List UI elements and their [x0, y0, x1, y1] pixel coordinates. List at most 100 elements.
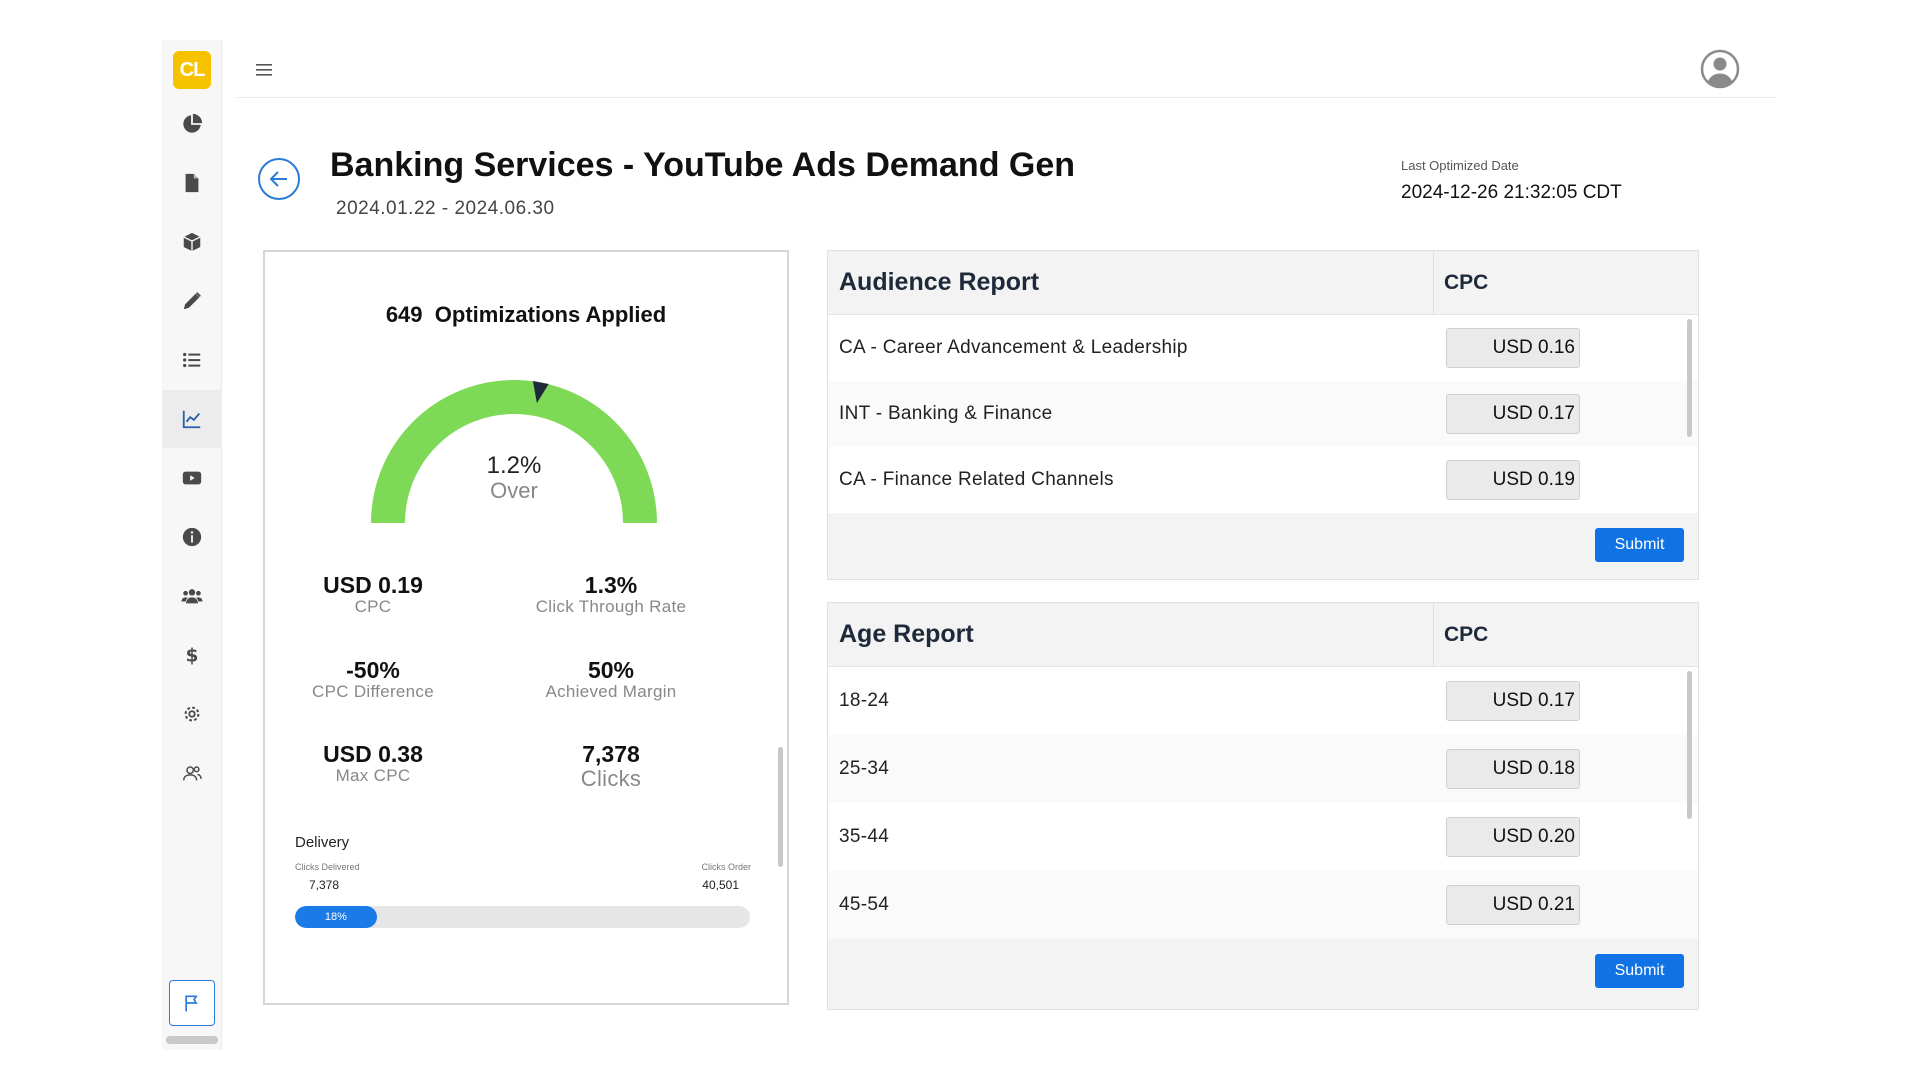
- summary-card: 649 Optimizations Applied 1.2% Over USD …: [263, 250, 789, 1005]
- optimizations-count: 649: [385, 302, 423, 327]
- optimizations-label: Optimizations Applied: [434, 302, 667, 327]
- table-row: INT - Banking & Finance USD 0.17: [828, 381, 1698, 447]
- audience-submit-button[interactable]: Submit: [1595, 528, 1684, 562]
- user-group-icon: [183, 766, 202, 781]
- nav-video[interactable]: [162, 449, 222, 507]
- cpc-input[interactable]: USD 0.17: [1446, 394, 1580, 434]
- audience-report-title: Audience Report: [828, 251, 1434, 314]
- age-range: 25-34: [839, 758, 890, 779]
- svg-text:$: $: [186, 645, 199, 666]
- arrow-left-icon: [269, 171, 287, 187]
- users-icon: [181, 589, 203, 604]
- table-row: 45-54 USD 0.21: [828, 871, 1698, 939]
- nav-products[interactable]: [162, 213, 222, 271]
- age-report-header: Age Report CPC: [828, 603, 1698, 667]
- video-icon: [182, 471, 202, 485]
- back-button[interactable]: [258, 158, 300, 200]
- metric-value: 1.3%: [584, 572, 638, 598]
- delivery-progress-fill: 18%: [295, 906, 377, 928]
- nav-analytics[interactable]: [162, 390, 222, 448]
- sidebar: CL $: [162, 40, 222, 1050]
- pencil-icon: [183, 292, 201, 310]
- age-range: 35-44: [839, 826, 890, 847]
- table-row: 18-24 USD 0.17: [828, 667, 1698, 735]
- box-icon: [183, 232, 201, 252]
- metric-value: USD 0.19: [323, 572, 423, 598]
- nav-settings[interactable]: [162, 685, 222, 743]
- metric-value: 50%: [587, 657, 635, 683]
- audience-report-panel: Audience Report CPC CA - Career Advancem…: [827, 250, 1699, 580]
- audience-report-header: Audience Report CPC: [828, 251, 1698, 315]
- cpc-input[interactable]: USD 0.17: [1446, 681, 1580, 721]
- metric-label: CPC: [354, 597, 392, 616]
- nav-dashboard[interactable]: [162, 95, 222, 153]
- age-submit-button[interactable]: Submit: [1595, 954, 1684, 988]
- delivery-title: Delivery: [295, 834, 350, 851]
- table-row: 25-34 USD 0.18: [828, 735, 1698, 803]
- metric-ctr: 1.3% Click Through Rate: [491, 572, 731, 616]
- flag-button[interactable]: [169, 980, 215, 1026]
- metric-label: Achieved Margin: [545, 682, 677, 701]
- card-scrollbar[interactable]: [778, 747, 783, 867]
- metric-cpc: USD 0.19 CPC: [253, 572, 493, 616]
- campaign-date-range: 2024.01.22 - 2024.06.30: [336, 198, 555, 219]
- age-cpc-header: CPC: [1444, 622, 1489, 646]
- table-row: CA - Career Advancement & Leadership USD…: [828, 315, 1698, 381]
- info-icon: [182, 527, 202, 547]
- pie-chart-icon: [183, 113, 203, 133]
- metric-label: Max CPC: [335, 766, 411, 785]
- nav-billing[interactable]: $: [162, 626, 222, 684]
- audience-name: CA - Career Advancement & Leadership: [839, 337, 1188, 358]
- table-row: 35-44 USD 0.20: [828, 803, 1698, 871]
- table-row: CA - Finance Related Channels USD 0.19: [828, 447, 1698, 513]
- cpc-input[interactable]: USD 0.16: [1446, 328, 1580, 368]
- clicks-order-label: Clicks Order: [701, 862, 751, 872]
- nav-info[interactable]: [162, 508, 222, 566]
- clicks-order-value: 40,501: [702, 878, 739, 892]
- gauge-status: Over: [490, 478, 538, 503]
- app-logo[interactable]: CL: [173, 51, 211, 89]
- age-report-footer: Submit: [828, 939, 1698, 1009]
- age-range: 18-24: [839, 690, 890, 711]
- cpc-input[interactable]: USD 0.19: [1446, 460, 1580, 500]
- audience-report-footer: Submit: [828, 513, 1698, 579]
- cpc-input[interactable]: USD 0.21: [1446, 885, 1580, 925]
- metric-label: Clicks: [580, 766, 642, 791]
- audience-cpc-header: CPC: [1444, 270, 1489, 294]
- flag-icon: [185, 995, 198, 1012]
- optimizations-title: 649 Optimizations Applied: [265, 302, 787, 328]
- user-avatar-icon[interactable]: [1700, 49, 1740, 89]
- top-bar: [236, 40, 1776, 98]
- nav-team[interactable]: [162, 744, 222, 802]
- age-range: 45-54: [839, 894, 890, 915]
- metric-cpc-difference: -50% CPC Difference: [253, 657, 493, 701]
- metric-achieved-margin: 50% Achieved Margin: [491, 657, 731, 701]
- audience-name: INT - Banking & Finance: [839, 403, 1053, 424]
- audience-report-rows: CA - Career Advancement & Leadership USD…: [828, 315, 1698, 513]
- last-optimized-value: 2024-12-26 21:32:05 CDT: [1401, 182, 1622, 203]
- sidebar-scrollbar[interactable]: [166, 1036, 218, 1044]
- delivery-progress-bar: 18%: [295, 906, 750, 928]
- metric-value: 7,378: [582, 741, 640, 767]
- age-report-rows: 18-24 USD 0.17 25-34 USD 0.18 35-44 USD …: [828, 667, 1698, 939]
- nav-users[interactable]: [162, 567, 222, 625]
- nav-list[interactable]: [162, 331, 222, 389]
- cpc-input[interactable]: USD 0.20: [1446, 817, 1580, 857]
- clicks-delivered-value: 7,378: [309, 878, 340, 892]
- hamburger-menu-icon[interactable]: [254, 60, 274, 80]
- document-icon: [185, 173, 199, 193]
- metric-label: Click Through Rate: [535, 597, 687, 616]
- list-icon: [183, 352, 201, 368]
- metric-value: -50%: [346, 657, 400, 683]
- nav-edit[interactable]: [162, 272, 222, 330]
- age-report-title: Age Report: [828, 603, 1434, 666]
- gear-icon: [184, 706, 200, 722]
- line-chart-icon: [182, 410, 201, 429]
- age-rows-scrollbar[interactable]: [1687, 671, 1692, 819]
- clicks-delivered-label: Clicks Delivered: [295, 862, 360, 872]
- dollar-icon: $: [186, 645, 199, 666]
- nav-documents[interactable]: [162, 154, 222, 212]
- last-optimized-label: Last Optimized Date: [1401, 158, 1519, 173]
- audience-rows-scrollbar[interactable]: [1687, 319, 1692, 437]
- cpc-input[interactable]: USD 0.18: [1446, 749, 1580, 789]
